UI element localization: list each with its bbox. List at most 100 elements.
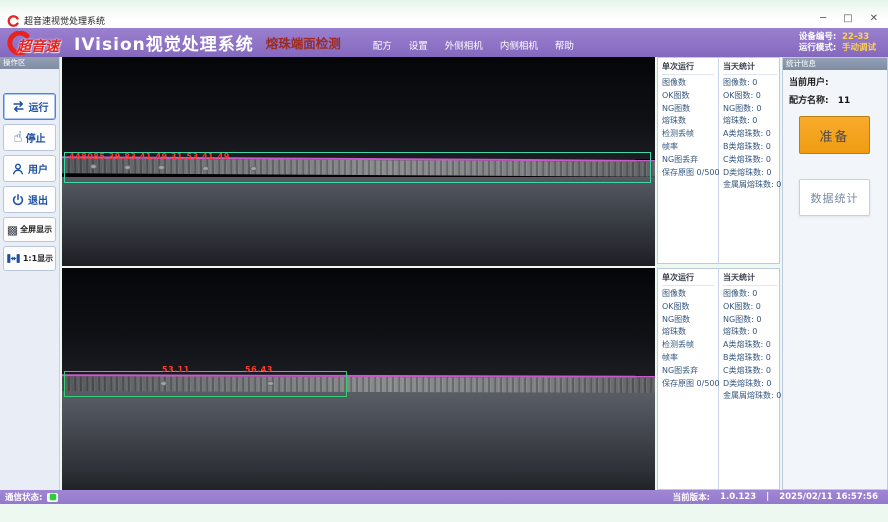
bottom-margin [0,504,888,522]
info-panel: 统计信息 当前用户: 配方名称: 11 准备 数据统计 [782,57,888,490]
one-to-one-icon [6,252,21,265]
stat-row: B类熔珠数: 0 [723,141,781,154]
stat-row: A类熔珠数: 0 [723,128,781,141]
stat-row: 熔珠数: 0 [723,326,781,339]
stat-row: NG图数 [662,314,718,327]
fullscreen-button[interactable]: ▩ 全屏显示 [3,217,56,242]
minimize-icon[interactable]: ─ [820,13,826,25]
run-icon [11,100,26,113]
recipe-name-value: 11 [838,96,851,106]
user-icon [11,162,25,176]
stat-row: NG图丢弃 [662,365,718,378]
stat-row: 图像数: 0 [723,77,781,90]
one-to-one-label: 1:1显示 [23,253,53,264]
run-mode-value: 手动调试 [842,43,876,53]
menu-item[interactable]: 内侧相机 [500,38,538,52]
device-info: 设备编号: 22-33 运行模式: 手动调试 [799,32,876,54]
stat-row: 检测丢帧 [662,339,718,352]
stat-row: D类熔珠数: 0 [723,167,781,180]
info-panel-header: 统计信息 [783,58,887,70]
app-subtitle: 熔珠端面检测 [266,33,341,52]
stat-row: 帧率 [662,141,718,154]
stop-label: 停止 [26,130,46,145]
run-label: 运行 [29,99,49,114]
stat-row: 保存原图 0/500 [662,167,718,180]
viewport-background [62,177,655,266]
stat-row: OK图数: 0 [723,90,781,103]
stat-row: C类熔珠数: 0 [723,154,781,167]
one-to-one-button[interactable]: 1:1显示 [3,246,56,271]
stats-panel-top: 单次运行 图像数OK图数NG图数熔珠数检测丢帧帧率NG图丢弃保存原图 0/500… [657,57,780,264]
green-led-icon [50,494,56,500]
run-button[interactable]: 运行 [3,93,56,120]
titlebar: 超音速视觉处理系统 ─ □ ✕ [0,0,888,30]
device-number-value: 22-33 [842,32,869,42]
version-label: 当前版本: [673,491,710,503]
stat-row: OK图数: 0 [723,301,781,314]
comm-status-label: 通信状态: [5,491,42,503]
daily-stats-header: 当天统计 [723,272,777,286]
viewport-background [62,391,655,490]
app-window: 超音速视觉处理系统 ─ □ ✕ 超音速 IVision视觉处理系统 熔珠端面检测… [0,0,888,522]
viewport-background [62,57,655,159]
app-title: IVision视觉处理系统 [74,30,254,55]
measurement-annotation: 53.11 [162,365,190,374]
exit-button[interactable]: 退出 [3,186,56,213]
power-icon [11,193,25,207]
menu-item[interactable]: 设置 [409,38,428,52]
stat-row: C类熔珠数: 0 [723,365,781,378]
camera-viewport-top: 448085 39.83 41.49 31.53 41.49 [62,57,655,266]
device-number-label: 设备编号: [799,32,836,42]
stat-row: 检测丢帧 [662,128,718,141]
stat-row: A类熔珠数: 0 [723,339,781,352]
viewport-background [62,268,655,376]
single-run-header: 单次运行 [662,272,714,286]
stat-row: OK图数 [662,90,718,103]
stat-row: B类熔珠数: 0 [723,352,781,365]
stat-row: 熔珠数: 0 [723,115,781,128]
app-logo-icon [7,15,19,27]
camera-viewport-bottom: 53.11 56.43 [62,268,655,490]
user-button[interactable]: 用户 [3,155,56,182]
main-menu: 配方 设置 外侧相机 内侧相机 帮助 [373,38,574,57]
stat-row: 图像数 [662,77,718,90]
stat-row: 保存原图 0/500 [662,378,718,391]
stat-row: 图像数: 0 [723,288,781,301]
close-icon[interactable]: ✕ [870,13,878,25]
stat-row: 熔珠数 [662,326,718,339]
measurement-annotation: 56.43 [245,365,273,374]
menu-item[interactable]: 配方 [373,38,392,52]
roi-rectangle [64,371,347,397]
fullscreen-icon: ▩ [7,224,18,236]
operation-sidebar: 操作区 运行 ☝ 停止 用户 [0,57,60,490]
data-statistics-button[interactable]: 数据统计 [799,179,870,216]
stop-button[interactable]: ☝ 停止 [3,124,56,151]
app-header: 超音速 IVision视觉处理系统 熔珠端面检测 配方设置外侧相机内侧相机帮助 … [0,28,888,57]
stop-hand-icon: ☝ [13,130,22,145]
menu-item[interactable]: 帮助 [555,38,574,52]
stat-row: 图像数 [662,288,718,301]
maximize-icon[interactable]: □ [843,13,852,25]
stat-row: NG图丢弃 [662,154,718,167]
stat-row: NG图数: 0 [723,314,781,327]
stat-row: OK图数 [662,301,718,314]
exit-label: 退出 [28,192,48,207]
run-mode-label: 运行模式: [799,43,836,53]
single-run-header: 单次运行 [662,61,714,75]
brand-name: 超音速 [17,36,59,56]
daily-stats-header: 当天统计 [723,61,777,75]
prepare-button[interactable]: 准备 [799,116,870,154]
stats-panel-bottom: 单次运行 图像数OK图数NG图数熔珠数检测丢帧帧率NG图丢弃保存原图 0/500… [657,268,780,490]
brand-logo: 超音速 [4,29,64,57]
stat-row: D类熔珠数: 0 [723,378,781,391]
stat-row: 金属屑熔珠数: 0 [723,390,781,403]
sidebar-header: 操作区 [0,57,59,69]
stat-row: 金属屑熔珠数: 0 [723,179,781,192]
statusbar: 通信状态: 当前版本: 1.0.123 | 2025/02/11 16:57:5… [0,490,888,504]
user-label: 用户 [28,161,48,176]
menu-item[interactable]: 外侧相机 [445,38,483,52]
stat-row: NG图数 [662,103,718,116]
datetime-value: 2025/02/11 16:57:56 [779,492,878,502]
stat-row: 熔珠数 [662,115,718,128]
comm-status-indicator [47,493,58,502]
